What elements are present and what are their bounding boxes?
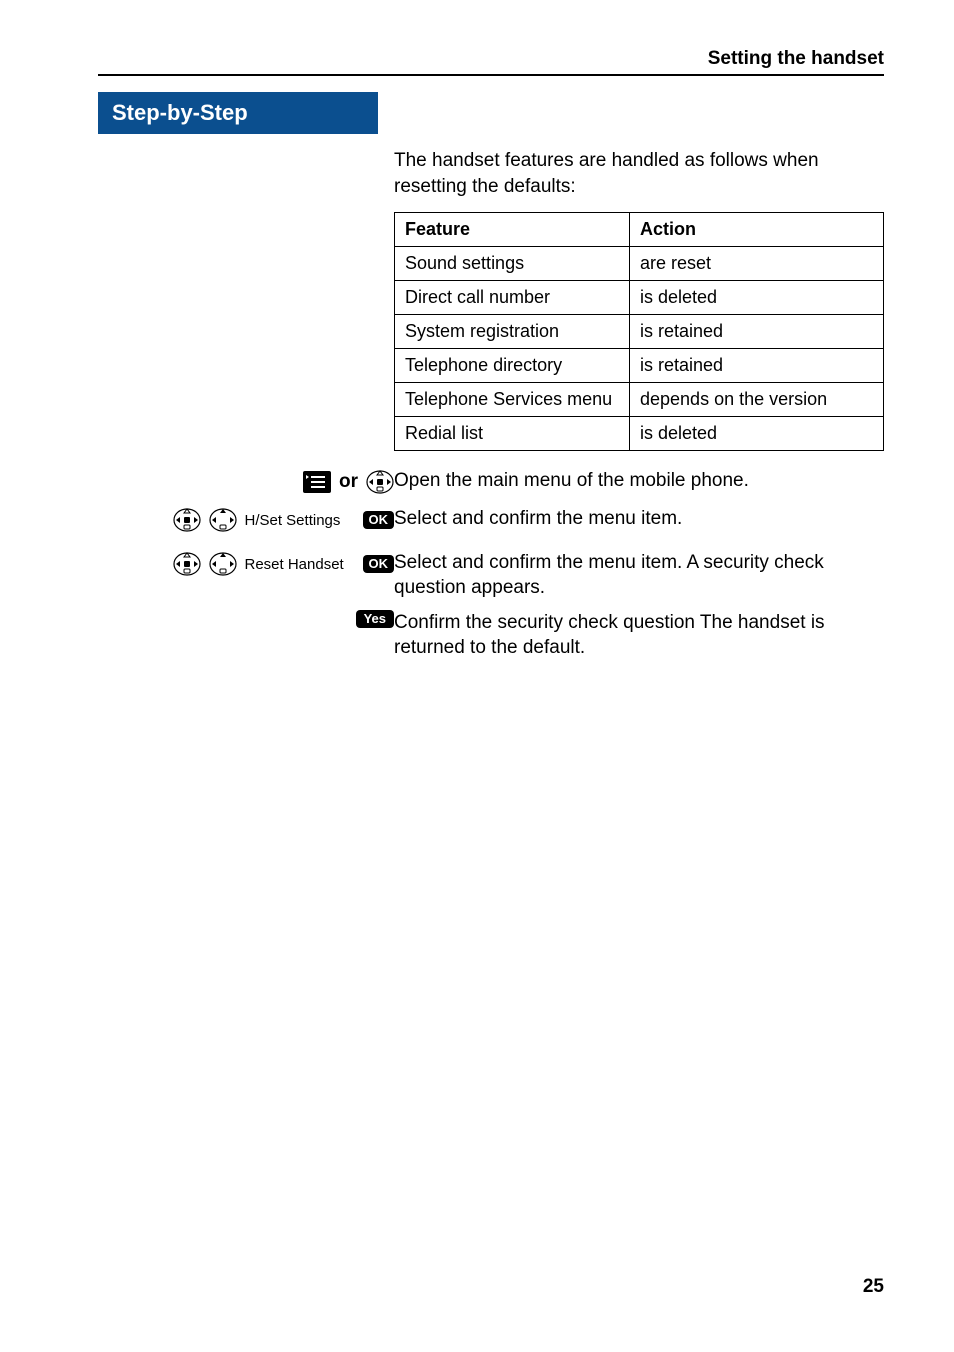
table-row: Sound settings are reset: [395, 247, 884, 281]
cell-feature: Telephone directory: [395, 349, 630, 383]
step-row-confirm-yes: Yes Confirm the security check question …: [98, 610, 884, 661]
ok-button: OK: [363, 511, 395, 529]
th-action: Action: [630, 213, 884, 247]
table-row: Direct call number is deleted: [395, 281, 884, 315]
cell-action: depends on the version: [630, 383, 884, 417]
cell-action: is retained: [630, 349, 884, 383]
cell-feature: Direct call number: [395, 281, 630, 315]
th-feature: Feature: [395, 213, 630, 247]
cell-action: is retained: [630, 315, 884, 349]
control-pad-icon: [173, 550, 201, 578]
header-rule: [98, 74, 884, 76]
menu-item-label: Reset Handset: [245, 556, 355, 573]
table-row: Redial list is deleted: [395, 417, 884, 451]
cell-feature: System registration: [395, 315, 630, 349]
step-desc: Select and confirm the menu item.: [394, 506, 884, 531]
cell-action: is deleted: [630, 417, 884, 451]
step-desc: Select and confirm the menu item. A secu…: [394, 550, 884, 601]
intro-text: The handset features are handled as foll…: [394, 148, 884, 199]
features-table: Feature Action Sound settings are reset …: [394, 212, 884, 451]
ok-button: OK: [363, 555, 395, 573]
control-pad-icon: [173, 506, 201, 534]
page-number: 25: [863, 1276, 884, 1298]
cell-action: are reset: [630, 247, 884, 281]
step-row-hset-settings: H/Set Settings OK Select and confirm the…: [98, 506, 884, 534]
or-label: or: [339, 471, 358, 493]
step-row-reset-handset: Reset Handset OK Select and confirm the …: [98, 550, 884, 601]
yes-button: Yes: [356, 610, 394, 628]
step-desc: Open the main menu of the mobile phone.: [394, 468, 884, 493]
section-header: Setting the handset: [708, 48, 884, 70]
step-row-open-menu: or Open the main menu of the mobile phon…: [98, 468, 884, 496]
cell-feature: Sound settings: [395, 247, 630, 281]
menu-icon: [303, 471, 331, 493]
control-pad-up-icon: [209, 550, 237, 578]
control-pad-down-icon: [366, 468, 394, 496]
cell-feature: Redial list: [395, 417, 630, 451]
step-desc: Confirm the security check question The …: [394, 610, 884, 661]
table-row: Telephone Services menu depends on the v…: [395, 383, 884, 417]
cell-action: is deleted: [630, 281, 884, 315]
cell-feature: Telephone Services menu: [395, 383, 630, 417]
menu-item-label: H/Set Settings: [245, 512, 355, 529]
table-row: Telephone directory is retained: [395, 349, 884, 383]
step-by-step-heading: Step-by-Step: [98, 92, 378, 134]
control-pad-up-icon: [209, 506, 237, 534]
table-row: System registration is retained: [395, 315, 884, 349]
table-header-row: Feature Action: [395, 213, 884, 247]
